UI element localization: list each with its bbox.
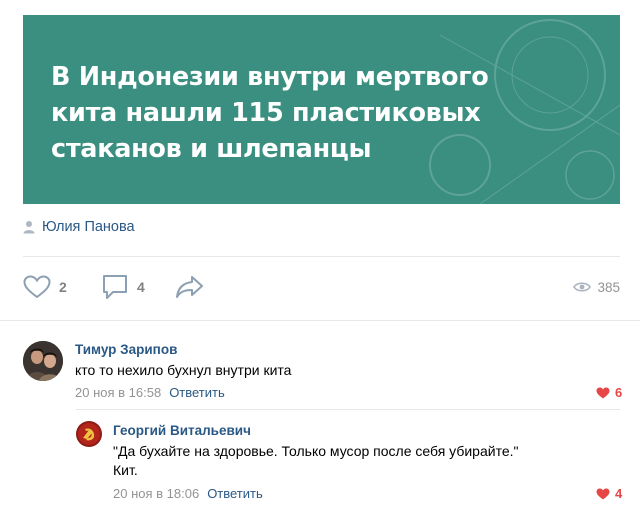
avatar[interactable]: [23, 341, 63, 381]
comment-date[interactable]: 20 ноя в 16:58: [75, 385, 161, 400]
comment-meta: 20 ноя в 16:58 Ответить: [75, 385, 225, 400]
divider: [23, 256, 620, 257]
avatar[interactable]: [76, 421, 102, 447]
divider: [76, 409, 620, 410]
comment-like-button[interactable]: 4: [596, 486, 622, 501]
heart-icon: [596, 488, 610, 499]
share-button[interactable]: [175, 272, 205, 302]
comment-text-line: Кит.: [113, 462, 138, 478]
reply-button[interactable]: Ответить: [169, 385, 225, 400]
user-icon: [23, 221, 35, 234]
avatar-photo: [23, 341, 63, 381]
reply-button[interactable]: Ответить: [207, 486, 263, 501]
views-counter: 385: [573, 272, 620, 302]
post-banner-image[interactable]: В Индонезии внутри мертвого кита нашли 1…: [23, 15, 620, 204]
like-button[interactable]: 2: [23, 272, 67, 302]
post-actions: 2 4 385: [23, 272, 620, 302]
heart-icon: [596, 387, 610, 398]
author-name[interactable]: Юлия Панова: [42, 219, 135, 235]
comment-like-count: 6: [615, 385, 623, 400]
divider: [0, 320, 640, 321]
banner-line: В Индонезии внутри мертвого: [51, 62, 489, 92]
comment-icon: [103, 275, 127, 299]
post-author[interactable]: Юлия Панова: [23, 217, 135, 237]
comment-author[interactable]: Георгий Витальевич: [113, 423, 251, 438]
eye-icon: [573, 282, 592, 292]
views-count: 385: [597, 279, 620, 295]
comment-text: "Да бухайте на здоровье. Только мусор по…: [113, 442, 518, 480]
share-icon: [176, 276, 203, 298]
banner-line: стаканов и шлепанцы: [51, 134, 372, 164]
comment-meta: 20 ноя в 18:06 Ответить: [113, 486, 263, 501]
comment-like-button[interactable]: 6: [596, 385, 622, 400]
comment-count: 4: [137, 279, 145, 295]
comment-author[interactable]: Тимур Зарипов: [75, 342, 177, 357]
like-count: 2: [59, 279, 67, 295]
comment-like-count: 4: [615, 486, 623, 501]
avatar-photo: [76, 421, 102, 447]
banner-title: В Индонезии внутри мертвого кита нашли 1…: [51, 59, 571, 167]
heart-icon: [23, 275, 51, 299]
comment-date[interactable]: 20 ноя в 18:06: [113, 486, 199, 501]
comment-button[interactable]: 4: [101, 272, 145, 302]
comment-text-line: "Да бухайте на здоровье. Только мусор по…: [113, 443, 519, 459]
comment-text: кто то нехило бухнул внутри кита: [75, 362, 292, 378]
banner-line: кита нашли 115 пластиковых: [51, 98, 481, 128]
